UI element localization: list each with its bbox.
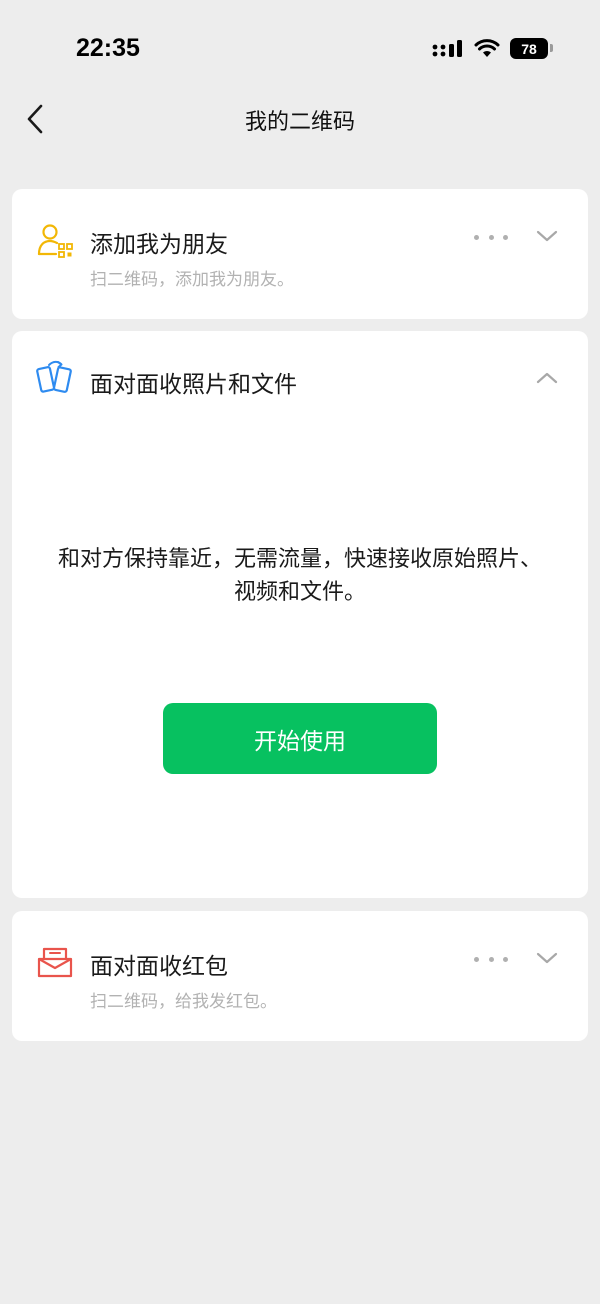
more-button[interactable] xyxy=(474,225,508,249)
expand-button[interactable] xyxy=(534,945,560,971)
two-phones-icon xyxy=(36,360,72,393)
chevron-down-icon xyxy=(536,230,558,242)
face-to-face-card-header[interactable]: 面对面收照片和文件 xyxy=(12,331,588,431)
red-packet-desc: 扫二维码，给我发红包。 xyxy=(90,992,277,1012)
more-dot xyxy=(503,234,508,240)
red-packet-card-header[interactable]: 面对面收红包 扫二维码，给我发红包。 xyxy=(12,911,588,1041)
battery-indicator: 78 xyxy=(510,38,553,59)
face-to-face-title: 面对面收照片和文件 xyxy=(90,372,297,398)
add-friend-desc: 扫二维码，添加我为朋友。 xyxy=(90,270,294,290)
add-friend-title: 添加我为朋友 xyxy=(90,232,228,258)
wifi-icon xyxy=(474,38,500,57)
expand-button[interactable] xyxy=(534,223,560,249)
more-dot xyxy=(503,956,508,962)
chevron-down-icon xyxy=(536,952,558,964)
more-dot xyxy=(488,956,494,962)
more-dot xyxy=(488,234,494,240)
status-icons: 78 xyxy=(432,38,553,59)
add-friend-card[interactable]: 添加我为朋友 扫二维码，添加我为朋友。 xyxy=(12,189,588,319)
status-time: 22:35 xyxy=(76,34,140,62)
add-friend-card-header[interactable]: 添加我为朋友 扫二维码，添加我为朋友。 xyxy=(12,189,588,319)
status-bar: 22:35 78 xyxy=(0,0,600,96)
cellular-signal-icon xyxy=(432,39,462,57)
nav-bar: 我的二维码 xyxy=(0,96,600,142)
more-dot xyxy=(474,234,479,240)
face-to-face-desc: 和对方保持靠近，无需流量，快速接收原始照片、视频和文件。 xyxy=(57,547,542,605)
face-to-face-card: 面对面收照片和文件 和对方保持靠近，无需流量，快速接收原始照片、视频和文件。 开… xyxy=(12,331,588,898)
collapse-button[interactable] xyxy=(534,365,560,391)
red-packet-icon xyxy=(37,947,73,978)
red-packet-title: 面对面收红包 xyxy=(90,954,228,980)
chevron-up-icon xyxy=(536,372,558,384)
more-dot xyxy=(474,956,479,962)
more-button[interactable] xyxy=(474,947,508,971)
qr-person-icon xyxy=(37,224,73,258)
start-button[interactable]: 开始使用 xyxy=(163,703,437,774)
red-packet-card[interactable]: 面对面收红包 扫二维码，给我发红包。 xyxy=(12,911,588,1041)
page-title: 我的二维码 xyxy=(244,110,355,135)
